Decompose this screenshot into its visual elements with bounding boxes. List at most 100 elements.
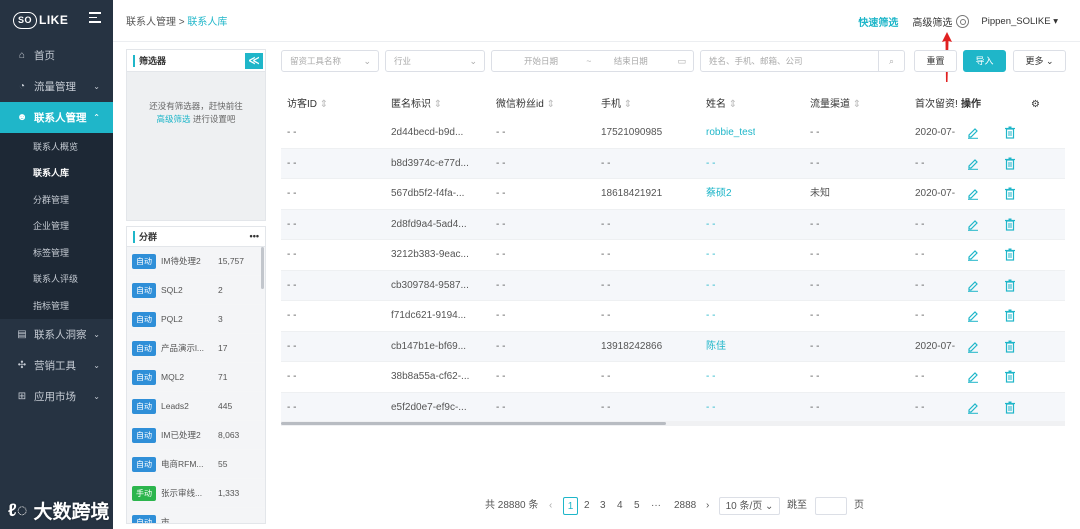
segment-item[interactable]: 自动 IM待处理2 15,757	[127, 247, 265, 276]
segment-item[interactable]: 自动 SQL2 2	[127, 276, 265, 305]
sidebar-item-home[interactable]: ⌂ 首页	[0, 40, 113, 71]
sidebar-subitem-rating[interactable]: 联系人评级	[0, 266, 113, 293]
sidebar-subitem-metrics[interactable]: 指标管理	[0, 292, 113, 319]
page-4[interactable]: 4	[617, 497, 623, 515]
table-cell-name[interactable]: - -	[706, 149, 715, 179]
advanced-filter-link[interactable]: 高级筛选	[912, 14, 952, 29]
delete-icon[interactable]	[1005, 309, 1015, 322]
sidebar-subitem-tags[interactable]: 标签管理	[0, 239, 113, 266]
table-row[interactable]: - - 3212b383-9eac... - - - - - - - - - -	[281, 240, 1065, 271]
table-cell-name[interactable]: - -	[706, 240, 715, 270]
gear-icon[interactable]	[956, 14, 970, 28]
table-cell-name[interactable]: 陈佳	[706, 332, 726, 362]
edit-icon[interactable]	[967, 310, 979, 322]
column-header-anon-id[interactable]: 匿名标识 ⇕	[391, 91, 442, 118]
table-cell-name[interactable]: - -	[706, 362, 715, 392]
sidebar-subitem-segments[interactable]: 分群管理	[0, 186, 113, 213]
sidebar-item-marketing[interactable]: ✣ 营销工具 ⌄	[0, 350, 113, 381]
table-row[interactable]: - - e5f2d0e7-ef9c-... - - - - - - - - - -	[281, 392, 1065, 423]
table-cell-name[interactable]: - -	[706, 301, 715, 331]
search-icon[interactable]: ⌕	[878, 51, 904, 71]
column-header-phone[interactable]: 手机 ⇕	[601, 91, 632, 118]
quick-filter-link[interactable]: 快速筛选	[858, 14, 898, 29]
edit-icon[interactable]	[967, 219, 979, 231]
table-cell-name[interactable]: - -	[706, 393, 715, 423]
page-3[interactable]: 3	[600, 497, 606, 515]
table-row[interactable]: - - cb147b1e-bf69... - - 13918242866 陈佳 - - 20…	[281, 331, 1065, 362]
jump-page-input[interactable]	[815, 497, 847, 515]
sidebar-item-traffic[interactable]: ◔ 流量管理 ⌄	[0, 71, 113, 102]
end-date-input[interactable]: 结束日期	[614, 56, 648, 66]
column-header-name[interactable]: 姓名 ⇕	[706, 91, 737, 118]
segment-item[interactable]: 自动 市...	[127, 508, 265, 523]
delete-icon[interactable]	[1005, 187, 1015, 200]
delete-icon[interactable]	[1005, 157, 1015, 170]
edit-icon[interactable]	[967, 280, 979, 292]
edit-icon[interactable]	[967, 371, 979, 383]
edit-icon[interactable]	[967, 188, 979, 200]
segment-item[interactable]: 自动 产品演示l... 17	[127, 334, 265, 363]
sidebar-subitem-companies[interactable]: 企业管理	[0, 213, 113, 240]
search-input[interactable]: 姓名、手机、邮箱、公司 ⌕	[700, 50, 905, 72]
delete-icon[interactable]	[1005, 248, 1015, 261]
segment-item[interactable]: 自动 电商RFM... 55	[127, 450, 265, 479]
table-row[interactable]: - - 2d8fd9a4-5ad4... - - - - - - - - - -	[281, 209, 1065, 240]
segment-item[interactable]: 自动 PQL2 3	[127, 305, 265, 334]
sidebar-item-apps[interactable]: ⊞ 应用市场 ⌄	[0, 381, 113, 412]
page-size-select[interactable]: 10 条/页 ⌄	[719, 497, 780, 515]
column-header-channel[interactable]: 流量渠道 ⇕	[810, 91, 861, 118]
table-horizontal-scrollbar[interactable]	[281, 422, 666, 425]
segment-scrollbar[interactable]	[261, 247, 264, 289]
delete-icon[interactable]	[1005, 401, 1015, 414]
more-icon[interactable]: •••	[250, 231, 259, 241]
segment-item[interactable]: 自动 IM已处理2 8,063	[127, 421, 265, 450]
user-menu[interactable]: Pippen_SOLIKE ▾	[981, 16, 1058, 27]
table-row[interactable]: - - 38b8a55a-cf62-... - - - - - - - - - -	[281, 362, 1065, 393]
date-range-picker[interactable]: 开始日期 ~ 结束日期 ▭	[491, 50, 694, 72]
delete-icon[interactable]	[1005, 126, 1015, 139]
sidebar-item-insights[interactable]: ▤ 联系人洞察 ⌄	[0, 319, 113, 350]
edit-icon[interactable]	[967, 341, 979, 353]
delete-icon[interactable]	[1005, 218, 1015, 231]
table-cell-name[interactable]: - -	[706, 271, 715, 301]
table-row[interactable]: - - f71dc621-9194... - - - - - - - - - -	[281, 301, 1065, 332]
table-row[interactable]: - - b8d3974c-e77d... - - - - - - - - - -	[281, 148, 1065, 179]
sidebar-item-contacts[interactable]: ☻ 联系人管理 ⌃	[0, 102, 113, 133]
breadcrumb-parent[interactable]: 联系人管理	[126, 17, 176, 28]
table-cell-name[interactable]: - -	[706, 210, 715, 240]
table-cell-name[interactable]: 蔡硕2	[706, 179, 732, 209]
delete-icon[interactable]	[1005, 279, 1015, 292]
segment-item[interactable]: 手动 张示审线... 1,333	[127, 479, 265, 508]
pagination-ellipsis[interactable]: ···	[651, 497, 661, 515]
next-page-icon[interactable]: ›	[706, 497, 709, 515]
delete-icon[interactable]	[1005, 370, 1015, 383]
table-row[interactable]: - - 2d44becd-b9d... - - 17521090985 robbie_t…	[281, 118, 1065, 149]
table-row[interactable]: - - 567db5f2-f4fa-... - - 18618421921 蔡硕2 未知 2…	[281, 179, 1065, 210]
sidebar-subitem-library[interactable]: 联系人库	[0, 160, 113, 187]
advanced-filter-link-inline[interactable]: 高级筛选	[157, 114, 191, 124]
table-row[interactable]: - - cb309784-9587... - - - - - - - - - -	[281, 270, 1065, 301]
reset-button[interactable]: 重置	[914, 50, 957, 72]
page-last[interactable]: 2888	[674, 497, 696, 515]
page-5[interactable]: 5	[634, 497, 640, 515]
edit-icon[interactable]	[967, 249, 979, 261]
column-header-visitor-id[interactable]: 访客ID ⇕	[287, 91, 328, 118]
page-2[interactable]: 2	[584, 497, 590, 515]
edit-icon[interactable]	[967, 127, 979, 139]
sidebar-subitem-overview[interactable]: 联系人概览	[0, 133, 113, 160]
table-cell-name[interactable]: robbie_test	[706, 118, 755, 148]
menu-collapse-icon[interactable]	[89, 12, 101, 23]
segment-item[interactable]: 自动 MQL2 71	[127, 363, 265, 392]
column-header-wechat-id[interactable]: 微信粉丝id ⇕	[496, 91, 555, 118]
more-button[interactable]: 更多 ⌄	[1013, 50, 1066, 72]
collapse-panel-button[interactable]: ≪	[245, 53, 263, 69]
industry-select[interactable]: 行业 ⌄	[385, 50, 485, 72]
delete-icon[interactable]	[1005, 340, 1015, 353]
import-button[interactable]: 导入	[963, 50, 1006, 72]
prev-page-icon[interactable]: ‹	[549, 497, 552, 515]
column-header-first-lead[interactable]: 首次留资!	[915, 91, 959, 118]
employee-select[interactable]: 留资工具名称 ⌄	[281, 50, 379, 72]
edit-icon[interactable]	[967, 402, 979, 414]
segment-item[interactable]: 自动 Leads2 445	[127, 392, 265, 421]
start-date-input[interactable]: 开始日期	[524, 56, 558, 66]
